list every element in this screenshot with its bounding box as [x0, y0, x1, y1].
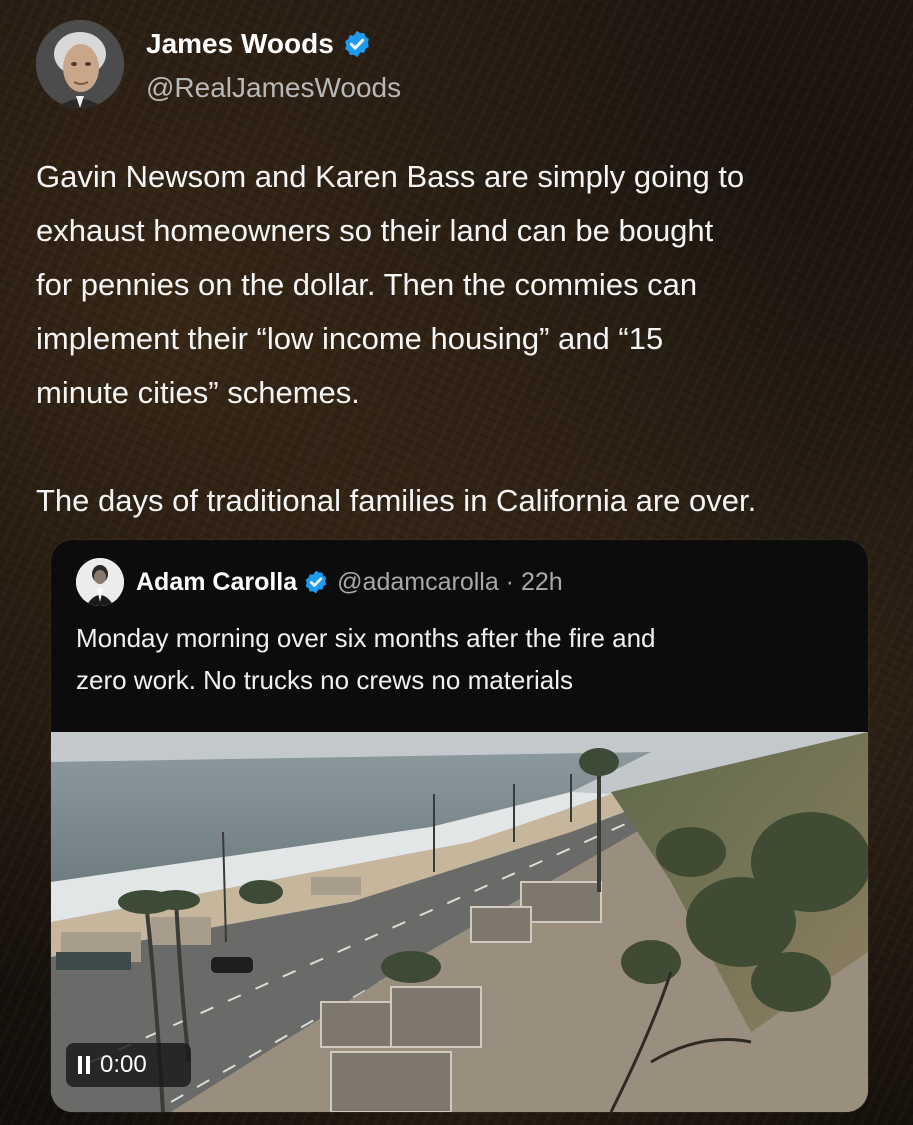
quoted-tweet-card[interactable]: Adam Carolla @adamcarolla · 22h Monday m… [51, 540, 868, 1112]
quoted-avatar[interactable] [76, 558, 124, 606]
verified-badge-icon [344, 30, 369, 58]
tweet-line: The days of traditional families in Cali… [36, 483, 757, 518]
avatar[interactable] [36, 20, 124, 108]
pause-icon[interactable] [78, 1055, 90, 1075]
quoted-author-handle-time[interactable]: @adamcarolla · 22h [337, 568, 563, 597]
video-time: 0:00 [100, 1051, 147, 1078]
quoted-tweet-line: zero work. No trucks no crews no materia… [76, 665, 574, 695]
tweet-line: minute cities” schemes. [36, 375, 360, 410]
verified-badge-icon [305, 570, 327, 594]
tweet-line: Gavin Newsom and Karen Bass are simply g… [36, 159, 745, 194]
quoted-avatar-image [76, 558, 124, 606]
avatar-image [36, 20, 124, 108]
quoted-tweet-line: Monday morning over six months after the… [76, 623, 656, 653]
tweet-line: for pennies on the dollar. Then the comm… [36, 267, 698, 302]
tweet-line: implement their “low income housing” and… [36, 321, 664, 356]
quoted-tweet-body: Monday morning over six months after the… [76, 617, 856, 701]
video-timestamp-chip[interactable]: 0:00 [66, 1043, 191, 1087]
author-name[interactable]: James Woods [146, 28, 334, 60]
author-handle[interactable]: @RealJamesWoods [146, 72, 401, 104]
quoted-author-name[interactable]: Adam Carolla [136, 568, 297, 597]
tweet-line: exhaust homeowners so their land can be … [36, 213, 714, 248]
tweet-header: James Woods @RealJamesWoods [36, 20, 636, 110]
tweet-body: Gavin Newsom and Karen Bass are simply g… [36, 150, 913, 528]
quoted-tweet-header: Adam Carolla @adamcarolla · 22h [76, 556, 563, 608]
video-player[interactable]: 0:00 [51, 732, 868, 1112]
author-name-row[interactable]: James Woods [146, 28, 372, 60]
